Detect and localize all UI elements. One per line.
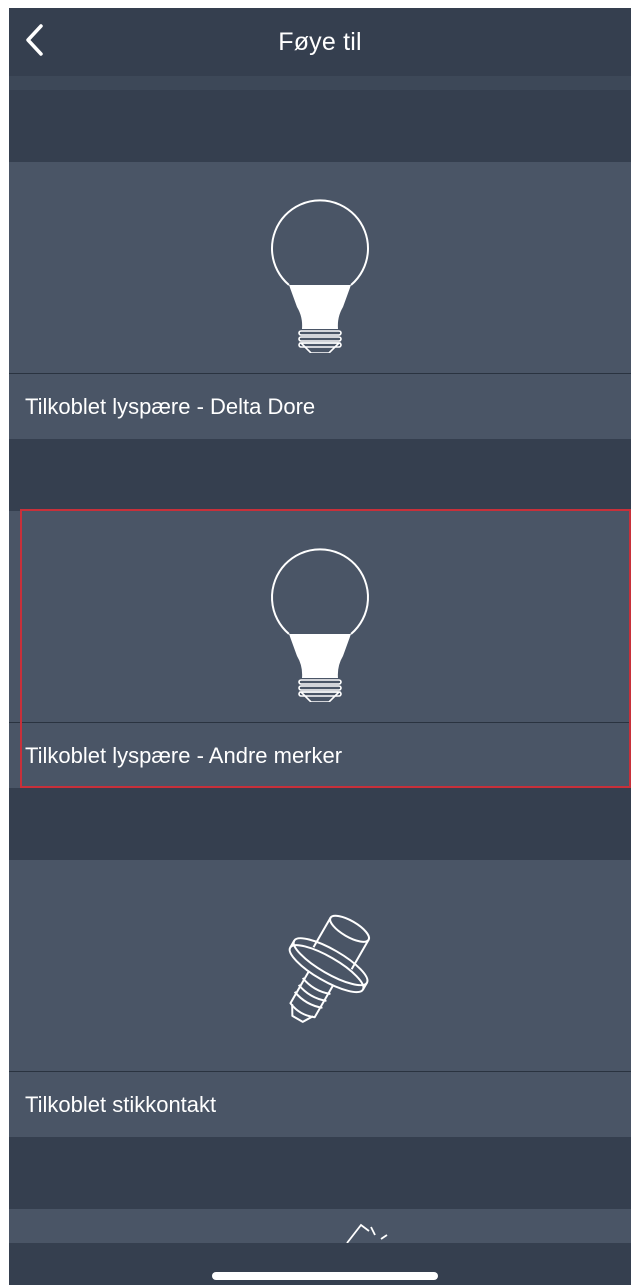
device-option-other-brands[interactable]: Tilkoblet lyspære - Andre merker	[9, 511, 631, 788]
device-icon-partial	[346, 1223, 388, 1243]
device-option-label: Tilkoblet lyspære - Delta Dore	[25, 394, 316, 419]
chevron-left-icon	[26, 24, 43, 56]
device-option-label: Tilkoblet lyspære - Andre merker	[25, 743, 343, 768]
back-button[interactable]	[19, 22, 49, 58]
device-icon-area	[9, 511, 631, 722]
header-divider	[9, 76, 631, 90]
light-bulb-icon	[271, 547, 369, 702]
light-bulb-icon	[271, 198, 369, 353]
device-option-delta-dore[interactable]: Tilkoblet lyspære - Delta Dore	[9, 162, 631, 439]
header: Føye til	[9, 8, 631, 76]
device-icon-area	[9, 860, 631, 1071]
socket-adapter-icon	[288, 914, 371, 1023]
home-indicator[interactable]	[212, 1272, 438, 1280]
device-option-smart-plug[interactable]: Tilkoblet stikkontakt	[9, 860, 631, 1137]
page-title: Føye til	[278, 27, 362, 56]
device-option-partial[interactable]	[9, 1209, 631, 1243]
screen: Føye til Tilkoblet lyspære - Delta Dore	[9, 8, 631, 1285]
device-option-label: Tilkoblet stikkontakt	[25, 1092, 217, 1117]
device-icon-area	[9, 162, 631, 373]
